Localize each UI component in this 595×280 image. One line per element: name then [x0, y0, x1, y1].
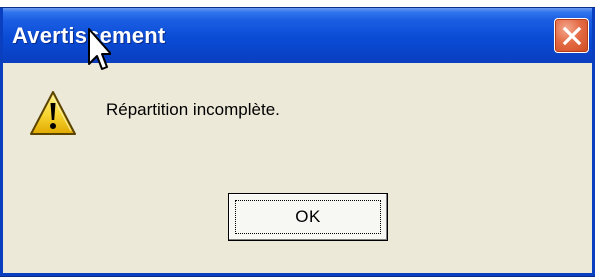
- warning-dialog: Avertissement Répartition incomplète. OK: [0, 8, 595, 276]
- close-button[interactable]: [554, 18, 589, 53]
- close-icon: [562, 26, 581, 45]
- ok-button[interactable]: OK: [228, 193, 388, 241]
- dialog-message: Répartition incomplète.: [106, 100, 280, 119]
- titlebar[interactable]: Avertissement: [3, 8, 592, 63]
- warning-triangle-icon: [30, 91, 76, 135]
- ok-button-label: OK: [295, 207, 321, 226]
- dialog-title: Avertissement: [12, 23, 166, 48]
- dialog-content: Répartition incomplète. OK: [3, 64, 592, 273]
